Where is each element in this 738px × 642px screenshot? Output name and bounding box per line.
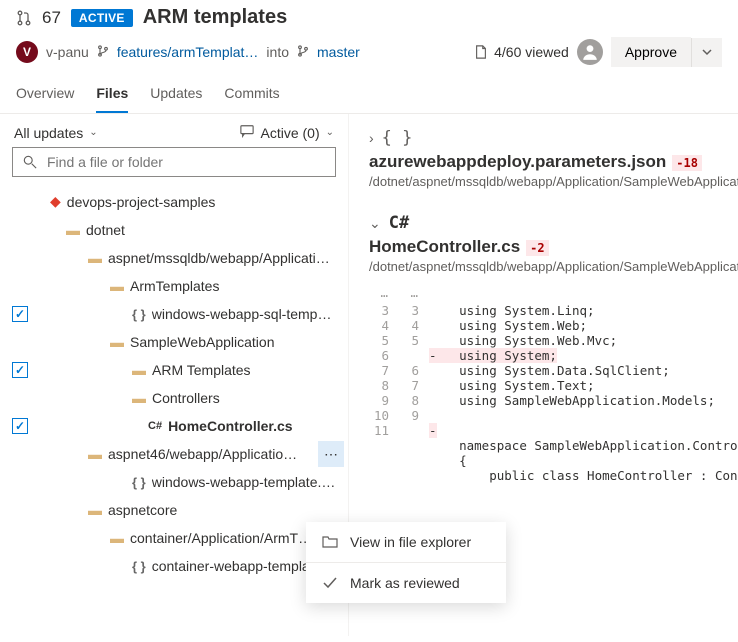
tree-folder[interactable]: ▬ Controllers [0,384,348,412]
reviewed-checkbox[interactable] [12,306,28,322]
csharp-icon: C# [148,420,162,432]
author-name[interactable]: v-panu [46,44,89,60]
file-block-expanded: ⌄ C# HomeController.cs-2 /dotnet/aspnet/… [369,213,738,483]
reviewer-avatar[interactable] [577,39,603,65]
comments-dropdown[interactable]: Active (0) ⌄ [240,124,334,141]
tab-overview[interactable]: Overview [16,77,74,113]
file-search[interactable] [12,147,336,177]
delta-badge: -18 [672,155,702,171]
viewed-count: 4/60 viewed [474,44,569,60]
reviewed-checkbox[interactable] [12,362,28,378]
folder-icon: ▬ [66,222,80,238]
tree-folder[interactable]: ▬ aspnetcore [0,496,348,524]
file-tree-panel: All updates ⌄ Active (0) ⌄ ◆ devops-proj… [0,114,348,636]
tree-repo-root[interactable]: ◆ devops-project-samples [0,187,348,216]
folder-icon: ▬ [132,390,146,406]
chevron-down-icon: ⌄ [89,127,97,138]
json-icon: { } [132,307,146,322]
pr-header: 67 ACTIVE ARM templates [0,0,738,35]
source-branch[interactable]: features/armTemplat… [117,44,259,60]
folder-icon: ▬ [110,334,124,350]
diff-view: ⋯⋯ 33 using System.Linq; 44 using System… [369,288,738,483]
updates-dropdown[interactable]: All updates ⌄ [14,125,98,141]
into-label: into [266,44,289,60]
file-path: /dotnet/aspnet/mssqldb/webapp/Applicatio… [369,259,738,274]
pr-title: ARM templates [143,6,287,29]
pr-number: 67 [42,8,61,28]
delta-badge: -2 [526,240,548,256]
folder-icon: ▬ [88,502,102,518]
expand-icon[interactable]: › [369,130,374,146]
pr-tabs: Overview Files Updates Commits [0,77,738,114]
tree-folder[interactable]: ▬ aspnet/mssqldb/webapp/Applicati… [0,244,348,272]
folder-icon: ▬ [110,278,124,294]
reviewed-checkbox[interactable] [12,418,28,434]
search-icon [23,155,37,169]
json-icon: { } [132,559,146,574]
json-icon: { } [132,475,146,490]
json-icon: { } [382,128,413,148]
author-avatar[interactable]: V [16,41,38,63]
file-block-collapsed: › { } azurewebappdeploy.parameters.json-… [369,128,738,189]
branch-icon [97,45,109,60]
repo-icon: ◆ [50,193,61,210]
tree-folder[interactable]: ▬ ArmTemplates [0,272,348,300]
tree-folder[interactable]: ▬ aspnet46/webapp/Applicatio… ⋯ [0,440,348,468]
folder-open-icon [322,534,338,550]
branch-icon [297,45,309,60]
csharp-icon: C# [389,213,409,233]
approve-dropdown[interactable] [691,38,722,67]
tab-files[interactable]: Files [96,77,128,113]
more-actions-button[interactable]: ⋯ [318,441,344,467]
menu-mark-reviewed[interactable]: Mark as reviewed [306,563,506,603]
approve-button[interactable]: Approve [611,37,691,67]
menu-view-in-explorer[interactable]: View in file explorer [306,522,506,562]
search-input[interactable] [45,153,325,171]
folder-icon: ▬ [88,250,102,266]
target-branch[interactable]: master [317,44,360,60]
folder-icon: ▬ [132,362,146,378]
file-name: HomeController.cs-2 [369,237,738,257]
tree-file[interactable]: { } container-webapp-templat… [0,552,348,580]
tree-file[interactable]: { } windows-webapp-sql-temp… [0,300,348,328]
context-menu: View in file explorer Mark as reviewed [306,522,506,603]
pr-subheader: V v-panu features/armTemplat… into maste… [0,35,738,77]
file-tree: ◆ devops-project-samples ▬ dotnet ▬ aspn… [0,187,348,636]
comment-icon [240,124,254,141]
status-badge: ACTIVE [71,9,133,27]
file-name: azurewebappdeploy.parameters.json-18 [369,152,738,172]
chevron-down-icon: ⌄ [326,127,334,138]
tab-commits[interactable]: Commits [224,77,279,113]
tree-file[interactable]: { } windows-webapp-template.… [0,468,348,496]
tree-folder[interactable]: ▬ ARM Templates [0,356,348,384]
tree-folder[interactable]: ▬ SampleWebApplication [0,328,348,356]
approve-split-button: Approve [611,37,722,67]
tree-file[interactable]: C# HomeController.cs [0,412,348,440]
tab-updates[interactable]: Updates [150,77,202,113]
file-path: /dotnet/aspnet/mssqldb/webapp/Applicatio… [369,174,738,189]
collapse-icon[interactable]: ⌄ [369,215,381,232]
check-icon [322,575,338,591]
folder-icon: ▬ [88,446,102,462]
git-pull-request-icon [16,10,32,26]
tree-folder[interactable]: ▬ container/Application/ArmT… [0,524,348,552]
tree-folder[interactable]: ▬ dotnet [0,216,348,244]
folder-icon: ▬ [110,530,124,546]
